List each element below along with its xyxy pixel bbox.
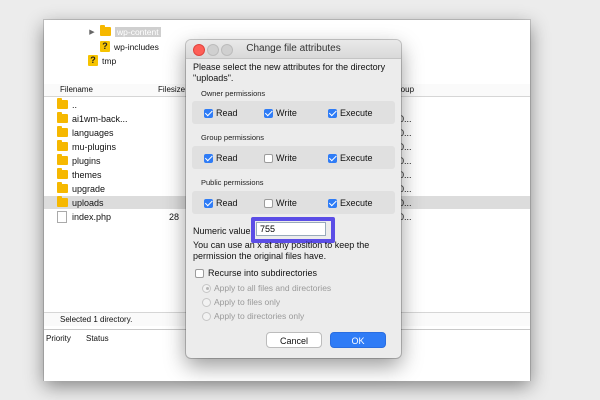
public-permissions-label: Public permissions	[201, 178, 264, 187]
owner-read-checkbox[interactable]: Read	[204, 108, 238, 118]
checkbox-checked-icon	[328, 108, 337, 118]
tree-item-tmp[interactable]: ? tmp	[88, 54, 116, 67]
tree-item-label: tmp	[102, 55, 117, 66]
checkbox-checked-icon	[204, 198, 213, 208]
file-name: plugins	[72, 155, 101, 166]
owner-permissions-group: Read Write Execute	[192, 101, 395, 124]
public-write-checkbox[interactable]: Write	[264, 198, 297, 208]
dialog-titlebar: Change file attributes	[186, 40, 401, 59]
file-size: 28	[169, 211, 180, 222]
radio-apply-directories[interactable]: Apply to directories only	[202, 311, 304, 321]
dialog-title: Change file attributes	[246, 43, 341, 54]
file-name: mu-plugins	[72, 141, 117, 152]
folder-icon	[57, 154, 68, 165]
checkbox-unchecked-icon	[195, 268, 204, 278]
unknown-folder-icon: ?	[100, 41, 110, 52]
status-text: Selected 1 directory.	[60, 315, 133, 324]
change-file-attributes-dialog: Change file attributes Please select the…	[186, 40, 401, 358]
file-name: ai1wm-back...	[72, 113, 128, 124]
checkbox-unchecked-icon	[264, 198, 273, 208]
folder-icon	[57, 168, 68, 179]
tree-item-wp-content[interactable]: ▶ wp-content	[88, 25, 161, 38]
cancel-button[interactable]: Cancel	[266, 332, 322, 348]
checkbox-checked-icon	[328, 153, 337, 163]
folder-icon	[57, 126, 68, 137]
numeric-value-input[interactable]	[256, 222, 326, 236]
public-read-checkbox[interactable]: Read	[204, 198, 238, 208]
file-name: themes	[72, 169, 102, 180]
column-header-filename[interactable]: Filename	[60, 85, 93, 94]
radio-selected-icon	[202, 283, 211, 293]
folder-icon	[57, 112, 68, 123]
public-execute-checkbox[interactable]: Execute	[328, 198, 373, 208]
tree-item-wp-includes[interactable]: ? wp-includes	[100, 40, 159, 53]
tree-item-label: wp-includes	[114, 41, 159, 52]
group-write-checkbox[interactable]: Write	[264, 153, 297, 163]
radio-apply-files[interactable]: Apply to files only	[202, 297, 280, 307]
checkbox-checked-icon	[264, 108, 273, 118]
file-name: index.php	[72, 211, 112, 222]
owner-permissions-label: Owner permissions	[201, 89, 266, 98]
column-header-status[interactable]: Status	[86, 334, 109, 343]
folder-icon	[57, 196, 68, 207]
folder-icon	[100, 25, 111, 36]
file-name: upgrade	[72, 183, 106, 194]
group-permissions-group: Read Write Execute	[192, 146, 395, 169]
ok-button[interactable]: OK	[330, 332, 386, 348]
dialog-intro-text: Please select the new attributes for the…	[193, 62, 386, 83]
checkbox-checked-icon	[204, 153, 213, 163]
folder-icon	[57, 98, 68, 109]
folder-icon	[57, 182, 68, 193]
unknown-folder-icon: ?	[88, 55, 98, 66]
group-execute-checkbox[interactable]: Execute	[328, 153, 373, 163]
numeric-help-text: You can use an x at any position to keep…	[193, 240, 370, 261]
tree-item-label: wp-content	[115, 26, 161, 37]
folder-icon	[57, 140, 68, 151]
screenshot-stage: ▶ wp-content ? wp-includes ? tmp Filenam…	[0, 0, 600, 400]
group-permissions-label: Group permissions	[201, 133, 264, 142]
file-name: languages	[72, 127, 114, 138]
public-permissions-group: Read Write Execute	[192, 191, 395, 214]
file-name: uploads	[72, 197, 104, 208]
checkbox-checked-icon	[328, 198, 337, 208]
checkbox-unchecked-icon	[264, 153, 273, 163]
column-header-priority[interactable]: Priority	[46, 334, 71, 343]
radio-unselected-icon	[202, 311, 211, 321]
recurse-subdirectories-checkbox[interactable]: Recurse into subdirectories	[195, 268, 317, 278]
column-header-filesize[interactable]: Filesize	[158, 85, 185, 94]
numeric-value-label: Numeric value	[193, 226, 251, 236]
owner-write-checkbox[interactable]: Write	[264, 108, 297, 118]
group-read-checkbox[interactable]: Read	[204, 153, 238, 163]
file-name: ..	[72, 99, 78, 110]
file-icon	[57, 210, 67, 223]
checkbox-checked-icon	[204, 108, 213, 118]
radio-apply-all[interactable]: Apply to all files and directories	[202, 283, 331, 293]
owner-execute-checkbox[interactable]: Execute	[328, 108, 373, 118]
expand-arrow-icon[interactable]: ▶	[88, 28, 96, 36]
radio-unselected-icon	[202, 297, 211, 307]
